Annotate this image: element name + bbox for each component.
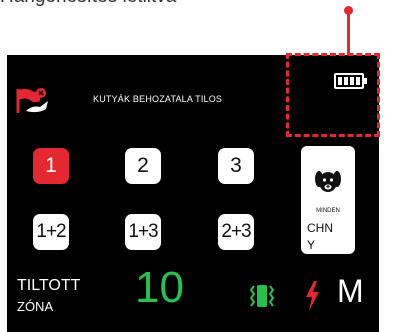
mode-code-label: CHNY: [307, 221, 333, 252]
vibration-icon: [249, 285, 275, 307]
shock-icon: [306, 281, 319, 311]
no-dogs-label: KUTYÁK BEHOZATALA TILOS: [93, 94, 223, 104]
zone-label-line2: ZÓNA: [17, 299, 54, 314]
channel-1-2-button[interactable]: 1+2: [33, 214, 69, 250]
battery-highlight-box: [286, 53, 380, 137]
channel-3-button[interactable]: 3: [218, 148, 254, 184]
caption-text: Hangerlesítés letiltva: [0, 0, 176, 8]
channel-2-3-button[interactable]: 2+3: [218, 214, 254, 250]
callout-line: [347, 12, 350, 58]
mode-all-label: MINDEN: [316, 208, 340, 214]
dog-face-icon: [315, 171, 341, 192]
zone-label: TILTOTT ZÓNA: [17, 275, 80, 317]
flag-icon: [16, 88, 48, 113]
mode-card[interactable]: MINDEN CHNY: [301, 146, 355, 254]
zone-value: 10: [135, 263, 184, 312]
channel-1-button[interactable]: 1: [33, 148, 69, 184]
level-indicator: M: [337, 273, 364, 309]
channel-2-button[interactable]: 2: [125, 148, 161, 184]
channel-1-3-button[interactable]: 1+3: [125, 214, 161, 250]
zone-label-line1: TILTOTT: [17, 277, 81, 294]
